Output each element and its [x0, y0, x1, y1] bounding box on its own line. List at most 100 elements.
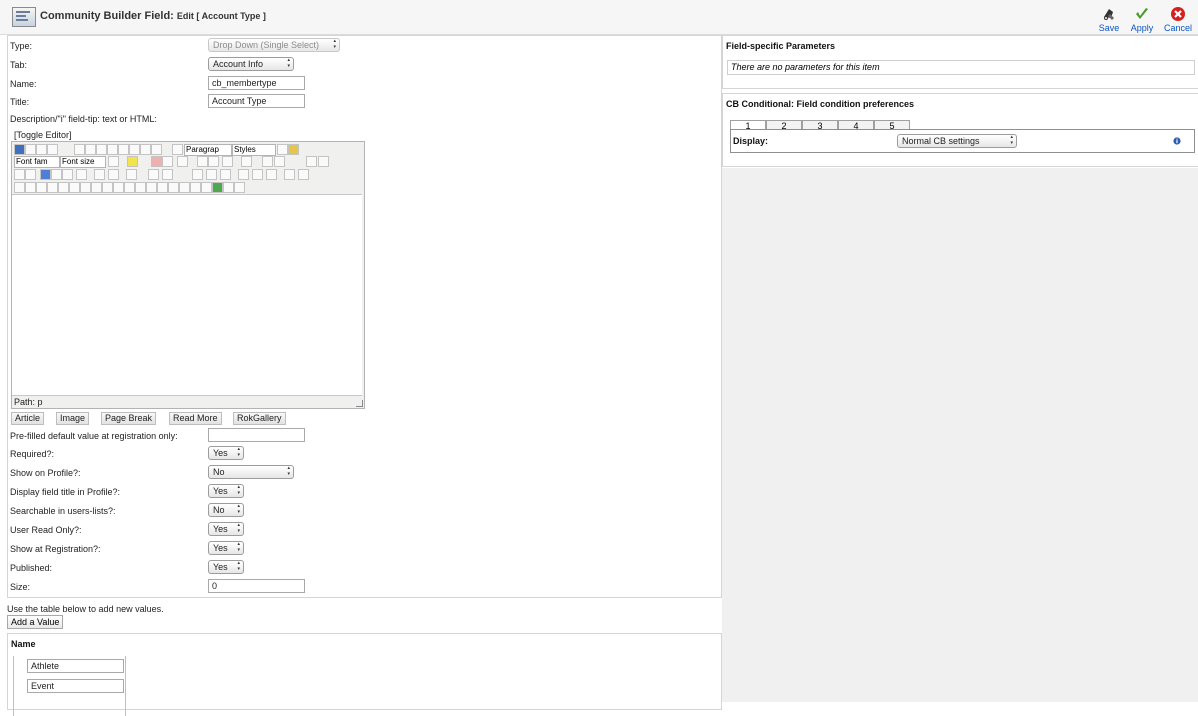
attribs-icon[interactable] [124, 182, 135, 193]
bold-icon[interactable] [74, 144, 85, 155]
font-family-select[interactable]: Font fam [14, 156, 60, 168]
strikethrough-icon[interactable] [107, 144, 118, 155]
value-input[interactable]: Athlete [27, 659, 124, 673]
text-color-icon[interactable] [108, 156, 119, 167]
apply-button[interactable]: Apply [1126, 6, 1158, 33]
show-blocks-icon[interactable] [25, 182, 36, 193]
published-select[interactable]: Yes [208, 560, 244, 574]
bullet-list-icon[interactable] [241, 156, 252, 167]
align-center-icon[interactable] [129, 144, 140, 155]
delete-row-icon[interactable] [220, 169, 231, 180]
paragraph-icon[interactable] [14, 169, 25, 180]
show-at-registration-select[interactable]: Yes [208, 541, 244, 555]
horizontal-rule-icon[interactable] [318, 156, 329, 167]
print-icon[interactable] [58, 182, 69, 193]
abbr-icon[interactable] [69, 182, 80, 193]
outdent-icon[interactable] [208, 156, 219, 167]
paste-icon[interactable] [177, 156, 188, 167]
acronym-icon[interactable] [80, 182, 91, 193]
emotions-icon[interactable] [168, 182, 179, 193]
html-source-icon[interactable] [36, 182, 47, 193]
save-button[interactable]: Save [1093, 6, 1125, 33]
spellcheck-icon[interactable] [212, 182, 223, 193]
del-icon[interactable] [102, 182, 113, 193]
subscript-icon[interactable] [135, 182, 146, 193]
merge-cells-icon[interactable] [284, 169, 295, 180]
title-input[interactable]: Account Type [208, 94, 305, 108]
add-value-button[interactable]: Add a Value [7, 615, 64, 629]
show-on-profile-select[interactable]: No [208, 465, 294, 479]
numbered-list-icon[interactable] [222, 156, 233, 167]
tab-select[interactable]: Account Info [208, 57, 294, 71]
ltr-icon[interactable] [262, 156, 273, 167]
undo-icon[interactable] [36, 144, 47, 155]
blockquote-icon[interactable] [172, 144, 183, 155]
underline-icon[interactable] [96, 144, 107, 155]
resize-handle-icon[interactable] [356, 400, 363, 407]
name-input[interactable]: cb_membertype [208, 76, 305, 90]
align-right-icon[interactable] [140, 144, 151, 155]
size-input[interactable]: 0 [208, 579, 305, 593]
image-button[interactable]: Image [56, 412, 90, 425]
media-icon[interactable] [51, 169, 62, 180]
user-read-only-select[interactable]: Yes [208, 522, 244, 536]
replace-icon[interactable] [108, 169, 119, 180]
special-char-icon[interactable] [306, 156, 317, 167]
superscript-icon[interactable] [146, 182, 157, 193]
highlight-color-icon[interactable] [127, 156, 138, 167]
rtl-icon[interactable] [274, 156, 285, 167]
rokgallery-button[interactable]: RokGallery [233, 412, 286, 425]
required-select[interactable]: Yes [208, 446, 244, 460]
cancel-button[interactable]: Cancel [1162, 6, 1194, 33]
type-select[interactable]: Drop Down (Single Select) [208, 38, 340, 52]
row-props-icon[interactable] [148, 169, 159, 180]
prefilled-input[interactable] [208, 428, 305, 442]
italic-icon[interactable] [85, 144, 96, 155]
preview-icon[interactable] [47, 182, 58, 193]
fullscreen-icon[interactable] [234, 182, 245, 193]
insert-col-after-icon[interactable] [252, 169, 263, 180]
format-select[interactable]: Paragrap [184, 144, 232, 156]
cite-icon[interactable] [91, 182, 102, 193]
link-icon[interactable] [25, 169, 36, 180]
align-left-icon[interactable] [118, 144, 129, 155]
ins-icon[interactable] [113, 182, 124, 193]
table-icon[interactable] [126, 169, 137, 180]
search-icon[interactable] [76, 169, 87, 180]
template-icon[interactable] [223, 182, 234, 193]
toggle-editor-link[interactable]: [Toggle Editor] [14, 130, 72, 140]
align-justify-icon[interactable] [151, 144, 162, 155]
cleanup-icon[interactable] [277, 144, 288, 155]
remove-format-icon[interactable] [288, 144, 299, 155]
delete-col-icon[interactable] [266, 169, 277, 180]
date-icon[interactable] [179, 182, 190, 193]
image-insert-icon[interactable] [40, 169, 51, 180]
layer-icon[interactable] [201, 182, 212, 193]
info-icon[interactable] [1173, 137, 1181, 145]
cut-icon[interactable] [151, 156, 162, 167]
indent-icon[interactable] [197, 156, 208, 167]
anchor-icon[interactable] [62, 169, 73, 180]
editor-content-area[interactable] [12, 194, 362, 396]
searchable-select[interactable]: No [208, 503, 244, 517]
time-icon[interactable] [190, 182, 201, 193]
cell-props-icon[interactable] [162, 169, 173, 180]
split-cells-icon[interactable] [298, 169, 309, 180]
visual-aid-icon[interactable] [14, 182, 25, 193]
insert-row-after-icon[interactable] [206, 169, 217, 180]
redo-icon[interactable] [47, 144, 58, 155]
styles-select[interactable]: Styles [232, 144, 276, 156]
insert-row-before-icon[interactable] [192, 169, 203, 180]
page-break-button[interactable]: Page Break [101, 412, 157, 425]
display-select[interactable]: Normal CB settings [897, 134, 1017, 148]
article-button[interactable]: Article [11, 412, 45, 425]
new-document-icon[interactable] [25, 144, 36, 155]
find-icon[interactable] [94, 169, 105, 180]
value-input[interactable]: Event [27, 679, 124, 693]
font-size-select[interactable]: Font size [60, 156, 106, 168]
help-icon[interactable] [14, 144, 25, 155]
copy-icon[interactable] [162, 156, 173, 167]
read-more-button[interactable]: Read More [169, 412, 222, 425]
insert-col-before-icon[interactable] [238, 169, 249, 180]
charmap-icon[interactable] [157, 182, 168, 193]
